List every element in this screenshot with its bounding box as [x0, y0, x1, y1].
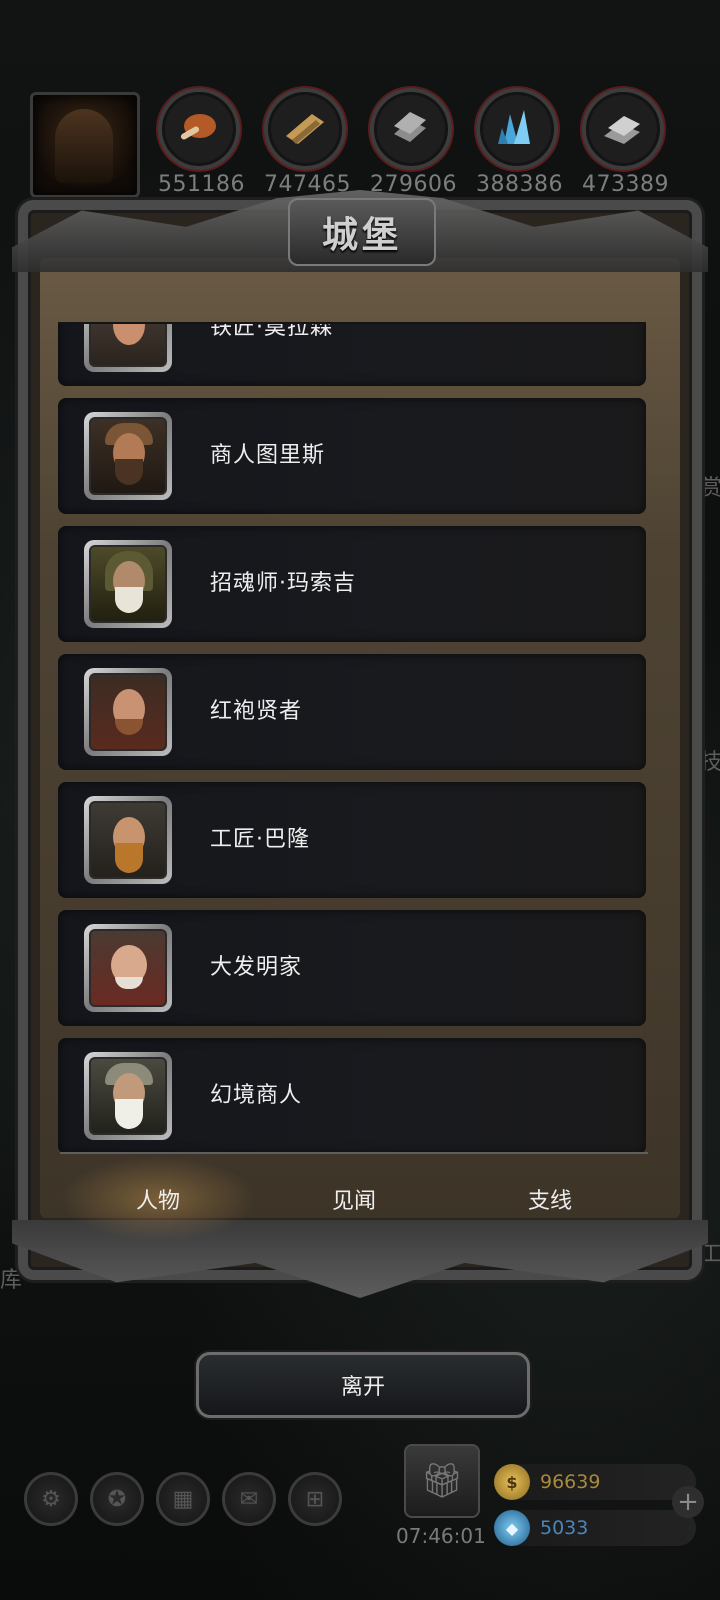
gem-counter[interactable]: ◆ 5033	[494, 1510, 696, 1546]
resource-crystal[interactable]: 388386	[476, 88, 563, 197]
inventor-portrait-icon	[89, 929, 167, 1007]
side-label-right-middle: 技	[700, 750, 720, 775]
character-name: 商人图里斯	[210, 443, 326, 468]
bottom-bar: ⚙ ✪ ▦ ✉ ⊞ 🎁︎ 07:46:01 $ 96639 ◆ 5033 +	[0, 1444, 720, 1600]
resource-mithril-value: 473389	[582, 172, 669, 197]
red-robe-sage-portrait-icon	[89, 673, 167, 751]
blacksmith-portrait-icon	[89, 324, 167, 367]
portrait-frame	[84, 1052, 172, 1140]
food-icon	[180, 114, 216, 140]
map-icon[interactable]: ⊞	[288, 1472, 342, 1526]
tab-stories[interactable]: 见闻	[256, 1156, 452, 1242]
character-row-illusion-merchant[interactable]: 幻境商人	[58, 1038, 646, 1154]
wood-icon	[286, 114, 324, 144]
resource-bar: 551186 747465 279606 388386 473389	[0, 88, 720, 198]
hooded-figure-icon	[55, 109, 113, 183]
character-name: 工匠·巴隆	[210, 827, 310, 852]
character-row-merchant[interactable]: 商人图里斯	[58, 398, 646, 514]
mail-icon[interactable]: ✉	[222, 1472, 276, 1526]
leave-button[interactable]: 离开	[196, 1352, 530, 1418]
character-row-blacksmith[interactable]: 铁匠·莫拉森	[58, 322, 646, 386]
tab-side-quests[interactable]: 支线	[452, 1156, 648, 1242]
add-currency-button[interactable]: +	[672, 1486, 704, 1518]
iron-icon	[394, 112, 426, 142]
character-name: 幻境商人	[210, 1083, 303, 1108]
settings-icon[interactable]: ⚙	[24, 1472, 78, 1526]
player-avatar[interactable]	[30, 92, 140, 198]
portrait-frame	[84, 540, 172, 628]
character-row-necromancer[interactable]: 招魂师·玛索吉	[58, 526, 646, 642]
character-row-red-robe-sage[interactable]: 红袍贤者	[58, 654, 646, 770]
portrait-frame	[84, 412, 172, 500]
character-name: 大发明家	[210, 955, 303, 980]
character-row-inventor[interactable]: 大发明家	[58, 910, 646, 1026]
side-label-right-upper: 赏	[700, 476, 720, 501]
gift-box-icon[interactable]: 🎁︎	[404, 1444, 480, 1518]
title-plate: 城堡	[288, 198, 436, 266]
gold-coin-icon: $	[494, 1464, 530, 1500]
character-list[interactable]: 铁匠·莫拉森 商人图里斯 招魂师·玛索吉 红袍贤者 工匠·巴隆 大发明家 幻境商…	[58, 322, 646, 1156]
resource-iron[interactable]: 279606	[370, 88, 456, 197]
merchant-portrait-icon	[89, 417, 167, 495]
crystal-icon	[498, 110, 530, 144]
tab-bar: 人物 见闻 支线	[60, 1156, 648, 1242]
mithril-icon	[604, 116, 640, 144]
character-name: 铁匠·莫拉森	[210, 322, 333, 340]
gem-icon: ◆	[494, 1510, 530, 1546]
achievement-icon[interactable]: ✪	[90, 1472, 144, 1526]
resource-crystal-value: 388386	[476, 172, 563, 197]
resource-food-value: 551186	[158, 172, 245, 197]
gold-value: 96639	[540, 1471, 601, 1493]
gift-timer: 07:46:01	[396, 1524, 486, 1548]
resource-food[interactable]: 551186	[158, 88, 245, 197]
tab-characters[interactable]: 人物	[60, 1156, 256, 1242]
resource-mithril[interactable]: 473389	[582, 88, 669, 197]
character-row-dwarf-craftsman[interactable]: 工匠·巴隆	[58, 782, 646, 898]
character-name: 招魂师·玛索吉	[210, 571, 356, 596]
portrait-frame	[84, 324, 172, 372]
necromancer-portrait-icon	[89, 545, 167, 623]
illusion-merchant-portrait-icon	[89, 1057, 167, 1135]
dwarf-craftsman-portrait-icon	[89, 801, 167, 879]
gold-counter[interactable]: $ 96639	[494, 1464, 696, 1500]
portrait-frame	[84, 924, 172, 1012]
resource-wood[interactable]: 747465	[264, 88, 350, 197]
inventory-icon[interactable]: ▦	[156, 1472, 210, 1526]
gem-value: 5033	[540, 1517, 589, 1539]
tab-divider	[60, 1152, 648, 1154]
dialog-title: 城堡	[321, 214, 402, 256]
portrait-frame	[84, 668, 172, 756]
character-name: 红袍贤者	[210, 699, 303, 724]
portrait-frame	[84, 796, 172, 884]
